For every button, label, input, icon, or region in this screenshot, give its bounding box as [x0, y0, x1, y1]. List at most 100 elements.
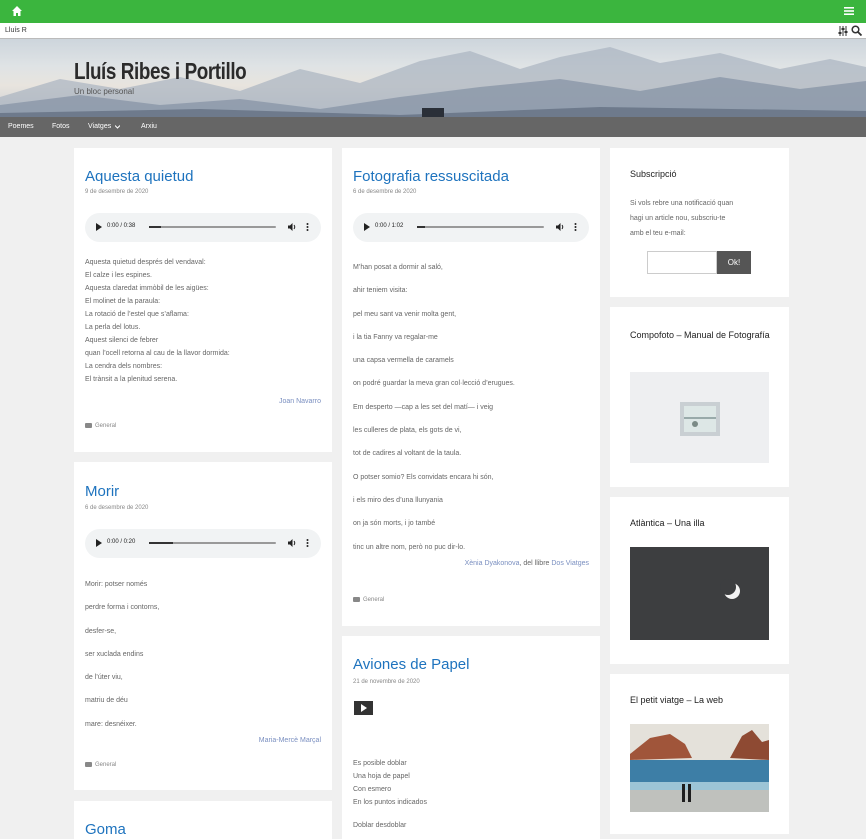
poem-text: Aquesta quietud després del vendaval: El…: [85, 256, 230, 386]
audio-seek-bar[interactable]: [417, 226, 544, 228]
category-label[interactable]: General: [363, 597, 384, 603]
post-card: Fotografia ressuscitada 6 de desembre de…: [342, 148, 600, 626]
poem-line: Doblar desdoblar: [353, 822, 407, 829]
post-title[interactable]: Aquesta quietud: [85, 168, 193, 185]
poem-line: tot de cadires al voltant de la taula.: [353, 450, 462, 458]
audio-seek-bar[interactable]: [149, 226, 276, 228]
audio-progress: [417, 226, 425, 228]
volume-icon[interactable]: [288, 538, 297, 548]
poem-line: pel meu sant va venir molta gent,: [353, 310, 457, 318]
atlantica-image[interactable]: [630, 547, 769, 640]
post-card: Aquesta quietud 9 de desembre de 2020 0:…: [74, 148, 332, 452]
admin-site-link[interactable]: Lluís R: [5, 27, 27, 34]
chevron-down-icon: [115, 125, 120, 129]
poem-line: El molinet de la paraula:: [85, 298, 161, 305]
poem-line: La perla del lotus.: [85, 324, 141, 331]
widget-title[interactable]: El petit viatge – La web: [630, 695, 723, 705]
stanza-break: [353, 809, 427, 819]
poem-text: M’han posat a dormir al saló, ahir tenie…: [353, 256, 515, 559]
home-icon[interactable]: [11, 5, 23, 17]
attribution-text: , del llibre: [519, 560, 552, 567]
poem-line: Morir: potser només: [85, 581, 148, 588]
poem-line: desfer-se,: [85, 627, 117, 635]
poem-line: M’han posat a dormir al saló,: [353, 264, 443, 271]
poem-line: Em desperto —cap a les set del matí— i v…: [353, 403, 494, 411]
poem-line: El calze i les espines.: [85, 272, 152, 279]
sliders-icon[interactable]: [838, 26, 848, 36]
widget-title[interactable]: Atlàntica – Una illa: [630, 518, 705, 528]
category-label[interactable]: General: [95, 762, 116, 768]
audio-time: 0:00 / 0:20: [107, 539, 136, 545]
play-icon[interactable]: [364, 223, 370, 231]
post-title[interactable]: Morir: [85, 483, 119, 500]
poem-line: El trànsit a la plenitud serena.: [85, 376, 178, 383]
poem-line: Una hoja de papel: [353, 773, 410, 780]
main-navigation: Poemes Fotos Viatges Arxiu: [0, 117, 866, 137]
more-options-icon[interactable]: [306, 222, 309, 232]
post-title[interactable]: Aviones de Papel: [353, 656, 469, 673]
poem-line: Aquesta claredat immòbil de les aigües:: [85, 285, 209, 292]
volume-icon[interactable]: [288, 222, 297, 232]
post-card: Goma: [74, 801, 332, 839]
poem-line: Aquesta quietud després del vendaval:: [85, 259, 206, 266]
post-date[interactable]: 6 de desembre de 2020: [85, 505, 148, 511]
post-category[interactable]: General: [353, 597, 384, 603]
more-options-icon[interactable]: [574, 222, 577, 232]
search-icon[interactable]: [851, 25, 862, 36]
petit-viatge-image[interactable]: [630, 724, 769, 812]
post-title[interactable]: Fotografia ressuscitada: [353, 168, 509, 185]
audio-player[interactable]: 0:00 / 1:02: [353, 213, 589, 242]
play-video-icon[interactable]: [354, 701, 373, 715]
email-field[interactable]: [647, 251, 717, 274]
poem-author[interactable]: Joan Navarro: [279, 398, 321, 405]
post-card: Aviones de Papel 21 de novembre de 2020 …: [342, 636, 600, 839]
moon-photo: [630, 547, 769, 640]
audio-time: 0:00 / 0:38: [107, 223, 136, 229]
poem-line: Con esmero: [353, 786, 392, 793]
category-label[interactable]: General: [95, 423, 116, 429]
poem-line: La cendra dels nombres:: [85, 363, 163, 370]
post-date[interactable]: 21 de novembre de 2020: [353, 679, 420, 685]
poem-line: i els miro des d’una llunyania: [353, 496, 443, 504]
widget-text-line: Si vols rebre una notificació quan: [630, 200, 734, 207]
post-category[interactable]: General: [85, 762, 116, 768]
post-category[interactable]: General: [85, 423, 116, 429]
compofoto-image[interactable]: [630, 372, 769, 463]
poem-author[interactable]: Maria-Mercè Marçal: [259, 737, 321, 744]
poem-line: una capsa vermella de caramels: [353, 357, 454, 365]
post-title[interactable]: Goma: [85, 821, 126, 838]
play-icon[interactable]: [96, 539, 102, 547]
post-card: Morir 6 de desembre de 2020 0:00 / 0:20 …: [74, 462, 332, 790]
poem-line: on podré guardar la meva gran col·lecció…: [353, 380, 515, 388]
poem-line: quan l’ocell retorna al cau de la llavor…: [85, 350, 230, 357]
play-icon[interactable]: [96, 223, 102, 231]
poem-attribution: Xènia Dyakonova, del llibre Dos Viatges: [465, 560, 589, 567]
poem-text: Morir: potser només perdre forma i conto…: [85, 573, 159, 736]
post-date[interactable]: 6 de desembre de 2020: [353, 189, 416, 195]
subscribe-button[interactable]: Ok!: [717, 251, 751, 274]
nav-item-arxiu[interactable]: Arxiu: [141, 123, 157, 130]
poem-author[interactable]: Xènia Dyakonova: [465, 560, 520, 567]
widget-title[interactable]: Compofoto – Manual de Fotografía: [630, 328, 780, 343]
poem-line: ser xuclada endins: [85, 650, 144, 658]
audio-player[interactable]: 0:00 / 0:38: [85, 213, 321, 242]
volume-icon[interactable]: [556, 222, 565, 232]
nav-item-fotos[interactable]: Fotos: [52, 123, 70, 130]
audio-player[interactable]: 0:00 / 0:20: [85, 529, 321, 558]
nav-item-viatges[interactable]: Viatges: [88, 123, 111, 130]
audio-time: 0:00 / 1:02: [375, 223, 404, 229]
poem-line: perdre forma i contorns,: [85, 604, 160, 612]
nav-item-poemes[interactable]: Poemes: [8, 123, 34, 130]
hamburger-menu-icon[interactable]: [844, 6, 854, 16]
coast-photo: [630, 724, 769, 812]
site-title[interactable]: Lluís Ribes i Portillo: [74, 58, 247, 85]
audio-progress: [149, 226, 161, 228]
post-date[interactable]: 9 de desembre de 2020: [85, 189, 148, 195]
link-widget: Atlàntica – Una illa: [610, 497, 789, 664]
subscribe-widget: Subscripció Si vols rebre una notificaci…: [610, 148, 789, 297]
book-link[interactable]: Dos Viatges: [551, 560, 589, 567]
site-description: Un bloc personal: [74, 87, 135, 96]
poem-line: on ja són morts, i jo també: [353, 520, 436, 528]
more-options-icon[interactable]: [306, 538, 309, 548]
widget-title: Subscripció: [630, 169, 677, 179]
